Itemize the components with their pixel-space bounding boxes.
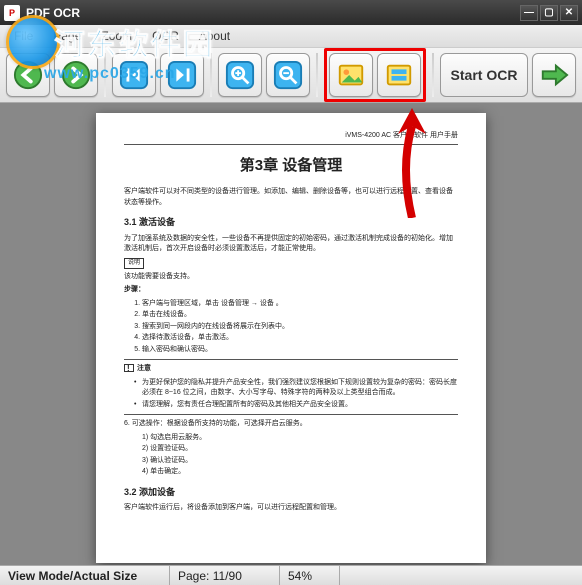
page-header: iVMS-4200 AC 客户端软件 用户手册	[124, 131, 458, 145]
menu-file[interactable]: File	[4, 27, 43, 45]
skip-first-icon	[119, 60, 149, 90]
steps-list: 客户端与管理区域，单击 设备管理 → 设备 。 单击在线设备。 搜索到同一网段内…	[124, 299, 458, 356]
start-ocr-button[interactable]: Start OCR	[440, 53, 528, 97]
title-bar: P PDF OCR — ▢ ✕	[0, 0, 582, 25]
note-badge: 说明	[124, 258, 144, 269]
zoom-out-button[interactable]	[266, 53, 310, 97]
toolbar: Start OCR	[0, 47, 582, 103]
toolbar-separator	[316, 53, 318, 97]
caution-item: 请您理解，您有责任合理配置所有的密码及其他相关产品安全设置。	[124, 400, 458, 411]
opt-item: 4) 单击确定。	[142, 467, 458, 478]
step-item: 选择待激活设备，单击激活。	[142, 333, 458, 344]
caution-icon	[124, 364, 134, 372]
opt-item: 1) 勾选启用云服务。	[142, 433, 458, 444]
section-3-2-title: 3.2 添加设备	[124, 486, 458, 500]
first-page-button[interactable]	[112, 53, 156, 97]
zoom-in-icon	[225, 60, 255, 90]
menu-bar: File Page Zoom OCR About	[0, 25, 582, 47]
section-3-2-p1: 客户端软件运行后，将设备添加到客户端，可以进行远程配置和管理。	[124, 503, 458, 514]
step-item: 单击在线设备。	[142, 310, 458, 321]
document-page: iVMS-4200 AC 客户端软件 用户手册 第3章 设备管理 客户端软件可以…	[96, 113, 486, 563]
page-indicator[interactable]: Page: 11/90	[170, 566, 280, 585]
page-current: 11	[213, 569, 225, 583]
maximize-button[interactable]: ▢	[540, 5, 558, 21]
next-page-button[interactable]	[54, 53, 98, 97]
minimize-button[interactable]: —	[520, 5, 538, 21]
section-3-1-p1: 为了加强系统及数据的安全性，一些设备不再提供固定的初始密码，通过激活机制完成设备…	[124, 234, 458, 255]
menu-ocr[interactable]: OCR	[142, 27, 189, 45]
opt-item: 3) 确认验证码。	[142, 456, 458, 467]
scanner-icon	[384, 60, 414, 90]
opt-item: 2) 设置验证码。	[142, 444, 458, 455]
open-scanner-button[interactable]	[377, 53, 421, 97]
status-bar: View Mode/Actual Size Page: 11/90 54%	[0, 565, 582, 585]
arrow-left-icon	[13, 60, 43, 90]
window-title: PDF OCR	[26, 6, 518, 20]
view-mode-indicator[interactable]: View Mode/Actual Size	[0, 566, 170, 585]
arrow-go-icon	[539, 60, 569, 90]
options-list: 1) 勾选启用云服务。 2) 设置验证码。 3) 确认验证码。 4) 单击确定。	[124, 433, 458, 478]
menu-zoom[interactable]: Zoom	[91, 27, 142, 45]
chapter-title: 第3章 设备管理	[124, 155, 458, 178]
section-3-1-title: 3.1 激活设备	[124, 216, 458, 230]
caution-item: 为更好保护您的隐私并提升产品安全性，我们强烈建议您根据如下规则设置较为复杂的密码…	[124, 378, 458, 399]
steps-label: 步骤：	[124, 285, 458, 296]
arrow-right-icon	[61, 60, 91, 90]
document-viewport[interactable]: iVMS-4200 AC 客户端软件 用户手册 第3章 设备管理 客户端软件可以…	[0, 103, 582, 565]
step-item: 搜索到同一网段内的在线设备将展示在列表中。	[142, 322, 458, 333]
zoom-out-icon	[273, 60, 303, 90]
open-image-button[interactable]	[329, 53, 373, 97]
zoom-in-button[interactable]	[218, 53, 262, 97]
prev-page-button[interactable]	[6, 53, 50, 97]
intro-text: 客户端软件可以对不同类型的设备进行管理。如添加、编辑、删除设备等，也可以进行远程…	[124, 187, 458, 208]
step-item: 客户端与管理区域，单击 设备管理 → 设备 。	[142, 299, 458, 310]
toolbar-separator	[432, 53, 434, 97]
toolbar-separator	[210, 53, 212, 97]
page-total: 90	[229, 569, 242, 583]
menu-about[interactable]: About	[189, 27, 240, 45]
picture-icon	[336, 60, 366, 90]
optional-ops: 可选操作：根据设备所支持的功能，可选择开启云服务。	[132, 420, 307, 427]
caution-label: 注意	[137, 365, 151, 372]
toolbar-separator	[104, 53, 106, 97]
section-3-1-note: 该功能需要设备支持。	[124, 272, 458, 283]
step-item: 输入密码和确认密码。	[142, 345, 458, 356]
app-icon: P	[4, 5, 20, 21]
close-button[interactable]: ✕	[560, 5, 578, 21]
go-button[interactable]	[532, 53, 576, 97]
annotation-highlight	[324, 48, 426, 102]
zoom-indicator[interactable]: 54%	[280, 566, 340, 585]
skip-last-icon	[167, 60, 197, 90]
last-page-button[interactable]	[160, 53, 204, 97]
menu-page[interactable]: Page	[43, 27, 91, 45]
